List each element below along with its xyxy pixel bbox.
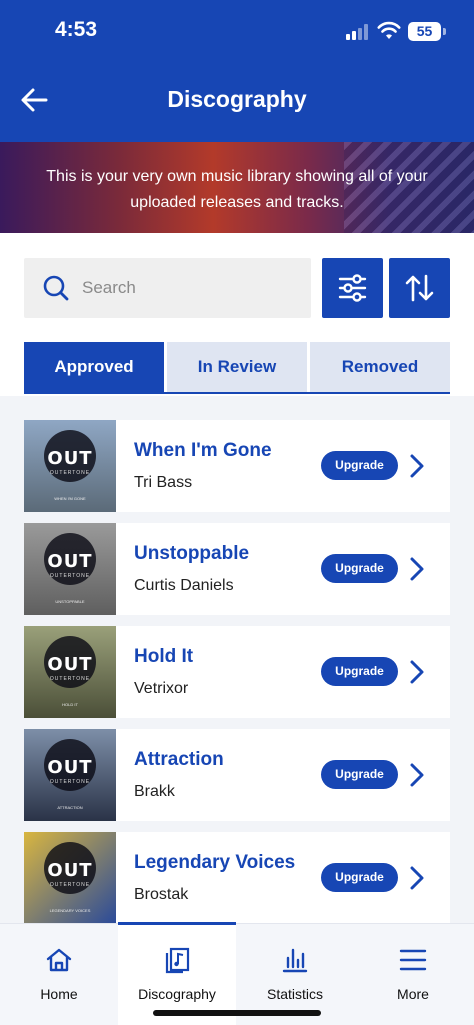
album-art: OUT OUTERTONE WHEN I'M GONE <box>24 420 116 512</box>
search-box[interactable] <box>24 258 311 318</box>
album-art-caption: UNSTOPPABLE <box>55 599 85 604</box>
release-list: OUT OUTERTONE WHEN I'M GONE When I'm Gon… <box>0 396 474 924</box>
status-tabs: Approved In Review Removed <box>24 342 450 394</box>
nav-discography-label: Discography <box>138 986 216 1002</box>
nav-more[interactable]: More <box>354 924 472 1025</box>
tab-approved[interactable]: Approved <box>24 342 164 392</box>
tab-removed[interactable]: Removed <box>310 342 450 392</box>
home-indicator <box>153 1010 321 1016</box>
chevron-right-icon[interactable] <box>408 865 426 891</box>
wifi-icon <box>377 21 401 39</box>
chevron-right-icon[interactable] <box>408 556 426 582</box>
album-art-caption: LEGENDARY VOICES <box>49 908 91 913</box>
release-row[interactable]: OUT OUTERTONE UNSTOPPABLE Unstoppable Cu… <box>24 523 450 615</box>
status-time: 4:53 <box>55 18 98 41</box>
album-art: OUT OUTERTONE UNSTOPPABLE <box>24 523 116 615</box>
release-artist: Tri Bass <box>134 474 193 491</box>
album-art-logo: OUT <box>47 448 93 469</box>
chevron-right-icon[interactable] <box>408 762 426 788</box>
release-row[interactable]: OUT OUTERTONE ATTRACTION Attraction Brak… <box>24 729 450 821</box>
discography-icon <box>165 947 190 974</box>
album-art-logo: OUT <box>47 860 93 881</box>
battery-indicator: 55 <box>408 22 441 41</box>
status-bar: 4:53 55 <box>0 0 474 62</box>
banner-text: This is your very own music library show… <box>46 168 428 211</box>
tabs-underline <box>24 392 450 394</box>
nav-home[interactable]: Home <box>0 924 118 1025</box>
nav-home-label: Home <box>40 986 78 1002</box>
album-art-logo-sub: OUTERTONE <box>49 676 91 682</box>
release-artist: Vetrixor <box>134 680 189 697</box>
album-art-caption: HOLD IT <box>62 702 78 707</box>
release-row[interactable]: OUT OUTERTONE LEGENDARY VOICES Legendary… <box>24 832 450 924</box>
release-title: Unstoppable <box>134 543 250 564</box>
album-art-logo: OUT <box>47 654 93 675</box>
album-art-caption: WHEN I'M GONE <box>54 496 86 501</box>
nav-statistics-label: Statistics <box>266 986 323 1002</box>
album-art: OUT OUTERTONE ATTRACTION <box>24 729 116 821</box>
home-icon <box>46 948 72 972</box>
tab-in-review[interactable]: In Review <box>167 342 307 392</box>
upgrade-button[interactable]: Upgrade <box>321 554 398 583</box>
release-title: Legendary Voices <box>134 852 296 873</box>
upgrade-button[interactable]: Upgrade <box>321 863 398 892</box>
cellular-signal-icon <box>346 24 372 40</box>
chevron-right-icon[interactable] <box>408 453 426 479</box>
upgrade-button[interactable]: Upgrade <box>321 657 398 686</box>
album-art: OUT OUTERTONE HOLD IT <box>24 626 116 718</box>
release-title: Attraction <box>134 749 224 770</box>
sort-button[interactable] <box>389 258 450 318</box>
release-row[interactable]: OUT OUTERTONE WHEN I'M GONE When I'm Gon… <box>24 420 450 512</box>
page-title: Discography <box>167 86 307 112</box>
nav-more-label: More <box>397 986 429 1002</box>
sliders-icon <box>338 274 367 302</box>
upgrade-button[interactable]: Upgrade <box>321 451 398 480</box>
sort-arrows-icon <box>405 274 434 302</box>
album-art-logo-sub: OUTERTONE <box>49 882 91 888</box>
info-banner: This is your very own music library show… <box>0 142 474 233</box>
album-art-logo-sub: OUTERTONE <box>49 470 91 476</box>
search-icon <box>43 275 69 301</box>
album-art: OUT OUTERTONE LEGENDARY VOICES <box>24 832 116 924</box>
album-art-logo: OUT <box>47 551 93 572</box>
album-art-logo-sub: OUTERTONE <box>49 573 91 579</box>
menu-icon <box>399 949 427 971</box>
search-input[interactable] <box>82 258 302 318</box>
release-row[interactable]: OUT OUTERTONE HOLD IT Hold It Vetrixor U… <box>24 626 450 718</box>
statistics-icon <box>282 948 308 973</box>
app-header: 4:53 55 Discography <box>0 0 474 142</box>
upgrade-button[interactable]: Upgrade <box>321 760 398 789</box>
album-art-logo-sub: OUTERTONE <box>49 779 91 785</box>
filter-button[interactable] <box>322 258 383 318</box>
release-artist: Brakk <box>134 783 175 800</box>
release-title: When I'm Gone <box>134 440 272 461</box>
album-art-logo: OUT <box>47 757 93 778</box>
release-artist: Curtis Daniels <box>134 577 234 594</box>
battery-nub <box>443 28 446 35</box>
chevron-right-icon[interactable] <box>408 659 426 685</box>
release-title: Hold It <box>134 646 194 667</box>
release-artist: Brostak <box>134 886 189 903</box>
album-art-caption: ATTRACTION <box>57 805 83 810</box>
